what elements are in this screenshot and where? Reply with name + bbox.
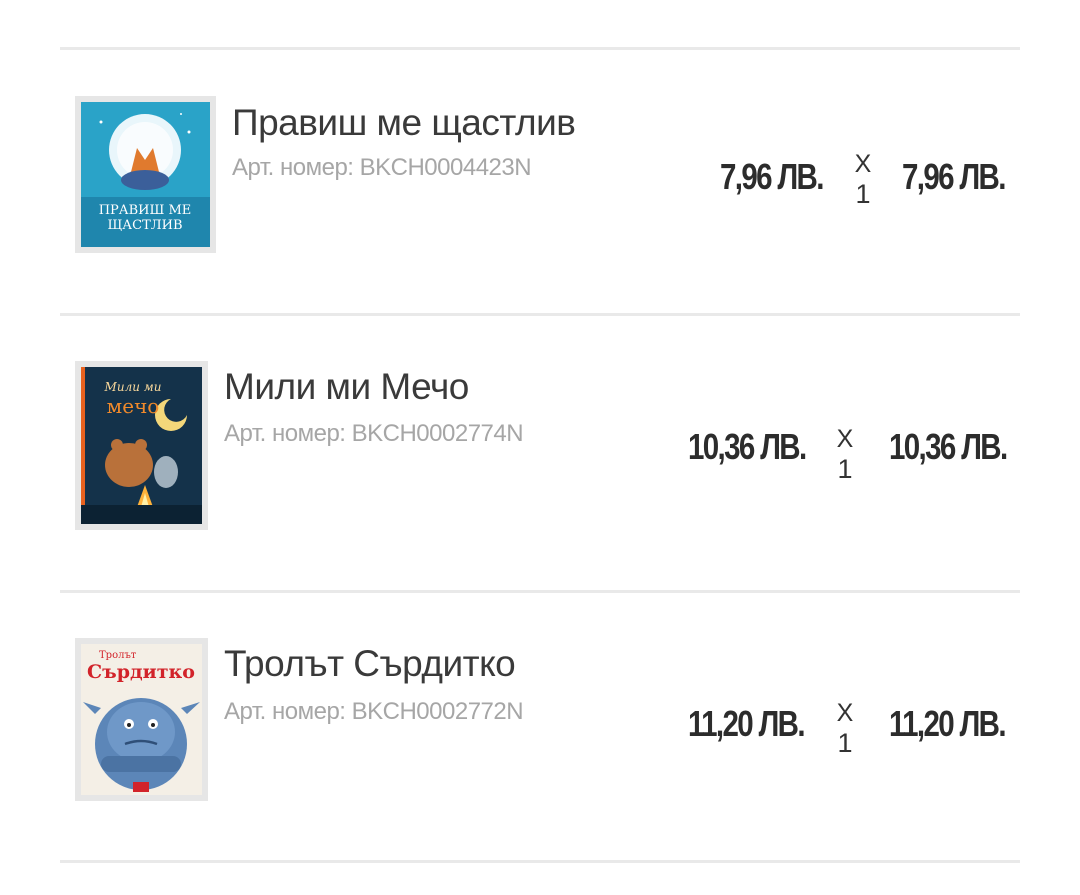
- book-cover-thumbnail[interactable]: ПРАВИШ МЕ ЩАСТЛИВ: [75, 96, 216, 253]
- book-cover-blue-troll-icon: Тролът Сърдитко: [81, 644, 202, 795]
- svg-text:ЩАСТЛИВ: ЩАСТЛИВ: [107, 218, 182, 233]
- cart-item: ПРАВИШ МЕ ЩАСТЛИВ Правиш ме щастлив Арт.…: [60, 50, 1020, 313]
- cart-item: Тролът Сърдитко Тролът Сърдитко Арт. ном…: [60, 593, 1020, 860]
- unit-price: 10,36 ЛВ.: [688, 426, 807, 467]
- product-sku: Арт. номер: BKCH0002774N: [224, 420, 524, 447]
- svg-text:Тролът: Тролът: [99, 650, 137, 661]
- svg-text:Сърдитко: Сърдитко: [87, 661, 195, 683]
- line-total: 11,20 ЛВ.: [889, 703, 1007, 744]
- quantity: X 1: [833, 427, 857, 483]
- quantity-value: 1: [855, 179, 871, 209]
- quantity: X 1: [833, 701, 857, 757]
- quantity-value: 1: [837, 454, 853, 484]
- quantity-multiplier: X: [854, 150, 872, 178]
- product-title[interactable]: Мили ми Мечо: [224, 366, 469, 408]
- svg-text:Мили ми: Мили ми: [104, 380, 162, 394]
- line-total: 10,36 ЛВ.: [889, 426, 1008, 467]
- product-sku: Арт. номер: BKCH0004423N: [232, 154, 532, 181]
- product-title[interactable]: Правиш ме щастлив: [232, 102, 576, 144]
- cart-item: Мили ми мечо Мили ми Мечо Арт. номер: BK…: [60, 316, 1020, 590]
- book-cover-thumbnail[interactable]: Мили ми мечо: [75, 361, 208, 530]
- divider-bottom: [60, 860, 1020, 863]
- product-title[interactable]: Тролът Сърдитко: [224, 643, 516, 685]
- svg-text:ПРАВИШ МЕ: ПРАВИШ МЕ: [99, 203, 192, 218]
- quantity-multiplier: X: [836, 425, 854, 453]
- line-total: 7,96 ЛВ.: [902, 156, 1006, 197]
- unit-price: 11,20 ЛВ.: [688, 703, 806, 744]
- unit-price: 7,96 ЛВ.: [720, 156, 824, 197]
- quantity: X 1: [851, 152, 875, 208]
- product-sku: Арт. номер: BKCH0002772N: [224, 698, 524, 725]
- book-cover-bear-campfire-icon: Мили ми мечо: [81, 367, 202, 524]
- quantity-value: 1: [837, 728, 853, 758]
- svg-text:мечо: мечо: [107, 394, 160, 418]
- book-cover-thumbnail[interactable]: Тролът Сърдитко: [75, 638, 208, 801]
- book-cover-fox-moon-icon: ПРАВИШ МЕ ЩАСТЛИВ: [81, 102, 210, 247]
- quantity-multiplier: X: [836, 699, 854, 727]
